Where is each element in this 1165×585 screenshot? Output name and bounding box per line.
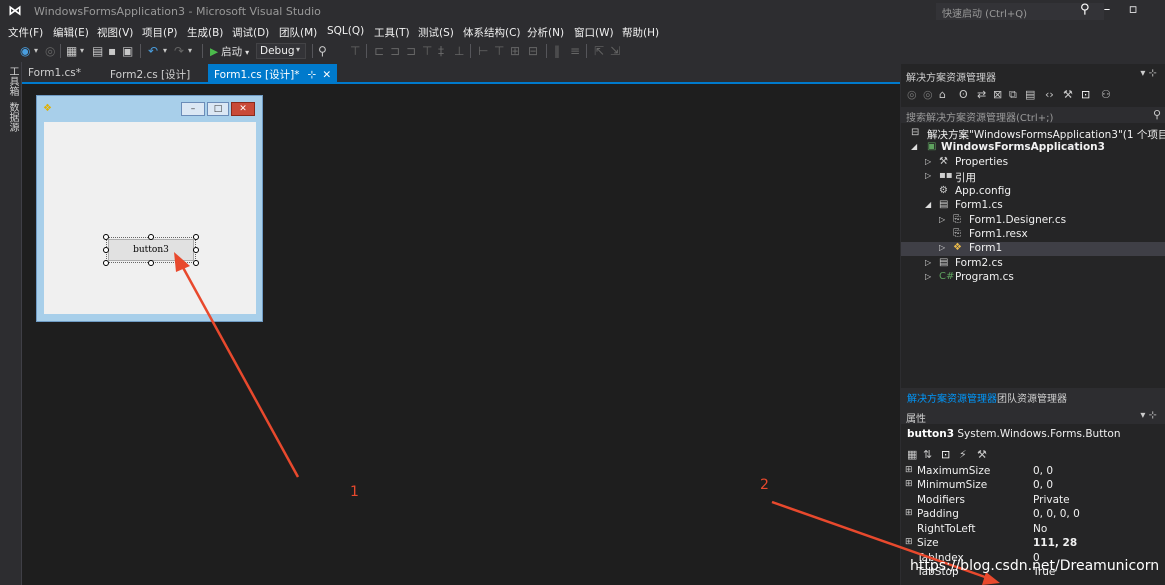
annotation-label-2: 2 — [760, 477, 769, 493]
annotation-overlay — [174, 252, 1000, 585]
annotation-arrow-1-shaft — [178, 261, 300, 478]
annotation-arrow-1-head — [174, 252, 190, 272]
watermark-text: https://blog.csdn.net/Dreamunicorn — [910, 558, 1160, 574]
annotation-label-1: 1 — [350, 484, 359, 500]
